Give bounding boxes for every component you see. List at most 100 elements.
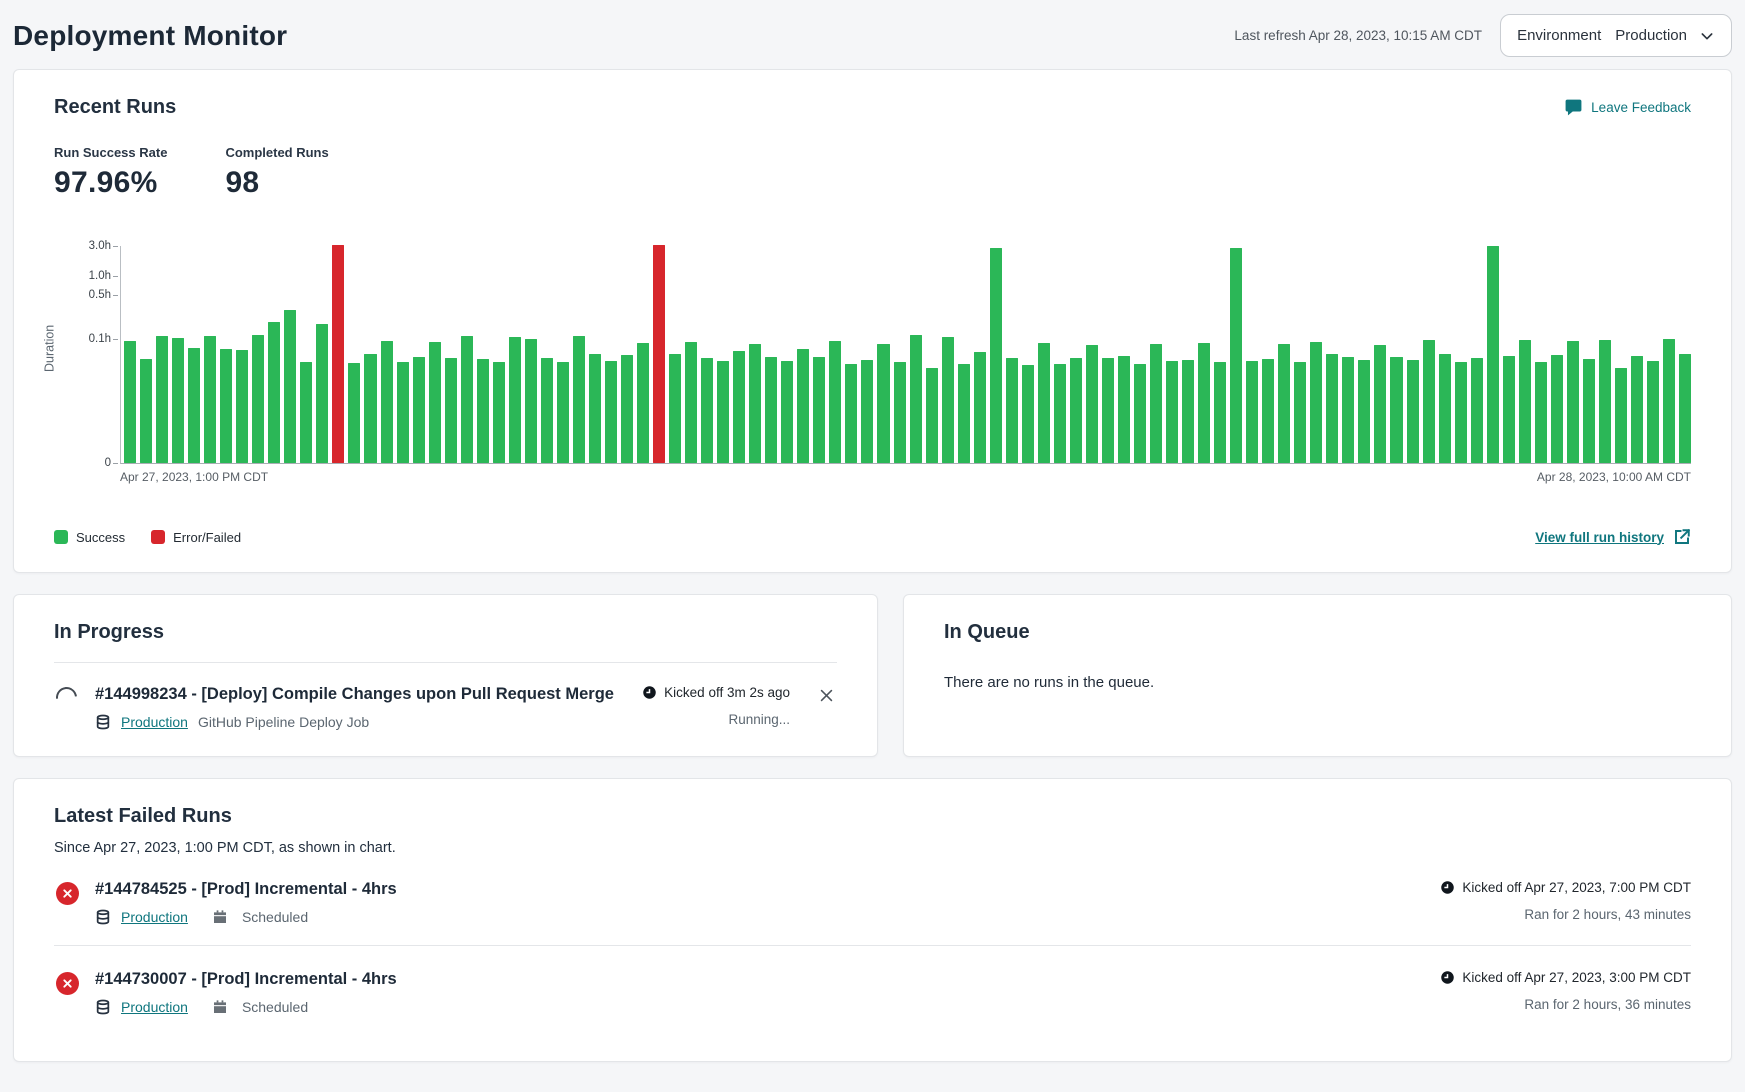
- chart-bar[interactable]: [669, 354, 681, 463]
- chart-bar[interactable]: [717, 361, 729, 463]
- chart-bar[interactable]: [733, 351, 745, 463]
- chart-bar[interactable]: [1310, 342, 1322, 463]
- chart-bar[interactable]: [1407, 360, 1419, 463]
- chart-bar[interactable]: [1182, 360, 1194, 463]
- chart-bar[interactable]: [204, 336, 216, 463]
- chart-bar[interactable]: [1230, 248, 1242, 463]
- chart-bar[interactable]: [765, 357, 777, 463]
- chart-bar[interactable]: [1214, 362, 1226, 463]
- chart-bar[interactable]: [1535, 362, 1547, 463]
- chart-bar[interactable]: [877, 344, 889, 463]
- chart-bar[interactable]: [445, 358, 457, 463]
- chart-bar[interactable]: [958, 364, 970, 463]
- chart-bar[interactable]: [1326, 354, 1338, 463]
- chart-bar[interactable]: [829, 341, 841, 463]
- chart-bar[interactable]: [894, 362, 906, 463]
- chart-bar[interactable]: [1342, 357, 1354, 463]
- chart-bar[interactable]: [1471, 358, 1483, 463]
- chart-bar[interactable]: [284, 310, 296, 463]
- environment-dropdown[interactable]: Environment Production: [1500, 14, 1732, 57]
- chart-bar[interactable]: [1390, 357, 1402, 463]
- chart-bar-error[interactable]: [332, 245, 344, 463]
- chart-bar[interactable]: [1134, 364, 1146, 463]
- chart-bar[interactable]: [1358, 360, 1370, 463]
- chart-bar[interactable]: [1054, 364, 1066, 463]
- chart-bar[interactable]: [990, 248, 1002, 463]
- chart-bar[interactable]: [1647, 361, 1659, 463]
- chart-bar[interactable]: [845, 364, 857, 463]
- chart-bar[interactable]: [1631, 356, 1643, 463]
- chart-bar[interactable]: [1599, 340, 1611, 463]
- chart-bar[interactable]: [1615, 368, 1627, 463]
- chart-bar[interactable]: [1567, 341, 1579, 463]
- environment-link[interactable]: Production: [121, 714, 188, 730]
- chart-bar[interactable]: [316, 324, 328, 463]
- chart-bar[interactable]: [1487, 246, 1499, 463]
- chart-bar[interactable]: [1551, 355, 1563, 463]
- view-history-link[interactable]: View full run history: [1535, 528, 1691, 546]
- chart-bar[interactable]: [605, 361, 617, 463]
- chart-bar[interactable]: [1006, 358, 1018, 463]
- chart-bar[interactable]: [1262, 359, 1274, 463]
- chart-bar[interactable]: [268, 322, 280, 463]
- chart-bar[interactable]: [1374, 345, 1386, 463]
- chart-bar[interactable]: [942, 337, 954, 463]
- chart-bar[interactable]: [1086, 345, 1098, 463]
- chart-bar[interactable]: [861, 360, 873, 463]
- chart-bar[interactable]: [156, 336, 168, 463]
- chart-bar[interactable]: [413, 357, 425, 463]
- chart-bar[interactable]: [910, 335, 922, 463]
- environment-link[interactable]: Production: [121, 999, 188, 1015]
- chart-bar[interactable]: [124, 341, 136, 463]
- chart-bar-error[interactable]: [653, 245, 665, 463]
- chart-bar[interactable]: [477, 359, 489, 463]
- chart-bar[interactable]: [1070, 358, 1082, 463]
- chart-bar[interactable]: [1150, 344, 1162, 463]
- chart-bar[interactable]: [1455, 362, 1467, 463]
- chart-bar[interactable]: [1198, 343, 1210, 463]
- chart-bar[interactable]: [749, 344, 761, 463]
- chart-bar[interactable]: [429, 342, 441, 463]
- chart-bar[interactable]: [974, 352, 986, 463]
- chart-bar[interactable]: [813, 357, 825, 463]
- chart-bar[interactable]: [1246, 361, 1258, 463]
- chart-bar[interactable]: [1423, 340, 1435, 463]
- chart-bar[interactable]: [172, 338, 184, 463]
- chart-bar[interactable]: [1102, 358, 1114, 463]
- leave-feedback-link[interactable]: Leave Feedback: [1564, 98, 1691, 117]
- environment-link[interactable]: Production: [121, 909, 188, 925]
- chart-bar[interactable]: [381, 341, 393, 463]
- chart-bar[interactable]: [1679, 354, 1691, 463]
- chart-bar[interactable]: [1278, 344, 1290, 463]
- close-button[interactable]: [816, 685, 837, 709]
- chart-bar[interactable]: [926, 368, 938, 463]
- chart-bar[interactable]: [1038, 343, 1050, 463]
- chart-bar[interactable]: [1583, 359, 1595, 463]
- chart-bar[interactable]: [236, 350, 248, 463]
- chart-bar[interactable]: [348, 363, 360, 463]
- chart-bar[interactable]: [364, 354, 376, 463]
- chart-bar[interactable]: [637, 343, 649, 463]
- chart-bar[interactable]: [300, 362, 312, 463]
- chart-bar[interactable]: [1022, 365, 1034, 463]
- chart-bar[interactable]: [589, 354, 601, 463]
- chart-bar[interactable]: [1663, 339, 1675, 463]
- chart-bar[interactable]: [397, 362, 409, 463]
- chart-bar[interactable]: [1503, 356, 1515, 463]
- chart-bar[interactable]: [188, 348, 200, 463]
- chart-bar[interactable]: [1439, 354, 1451, 463]
- chart-bar[interactable]: [1519, 340, 1531, 463]
- chart-bar[interactable]: [1118, 356, 1130, 463]
- chart-bar[interactable]: [685, 342, 697, 463]
- chart-bar[interactable]: [621, 355, 633, 463]
- chart-bar[interactable]: [252, 335, 264, 463]
- chart-bar[interactable]: [541, 358, 553, 463]
- chart-bar[interactable]: [461, 336, 473, 463]
- chart-bar[interactable]: [140, 359, 152, 463]
- chart-bar[interactable]: [781, 361, 793, 463]
- chart-bar[interactable]: [525, 339, 537, 463]
- chart-bar[interactable]: [573, 336, 585, 463]
- chart-bar[interactable]: [1294, 362, 1306, 463]
- chart-bar[interactable]: [493, 362, 505, 463]
- chart-bar[interactable]: [220, 349, 232, 463]
